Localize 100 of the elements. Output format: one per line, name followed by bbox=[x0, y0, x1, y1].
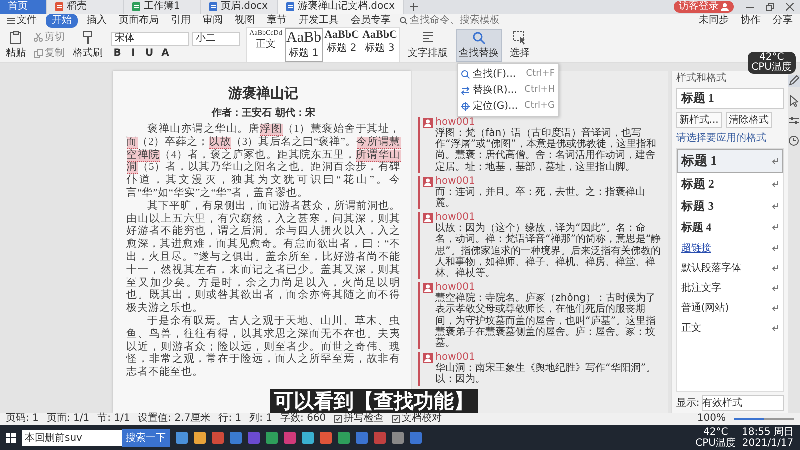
style-list-item[interactable]: 批注文字 bbox=[677, 278, 783, 298]
style-list-item[interactable]: 默认段落字体 bbox=[677, 258, 783, 278]
menu-tab[interactable]: 开始 bbox=[46, 14, 78, 28]
login-button[interactable]: 访客登录 bbox=[674, 1, 734, 13]
search-icon bbox=[472, 30, 486, 44]
user-icon bbox=[422, 213, 433, 224]
menu-tab[interactable]: 引用 bbox=[168, 14, 194, 28]
style-list-item[interactable]: 标题 1 bbox=[677, 149, 783, 173]
file-icon bbox=[132, 2, 141, 12]
menu-tab[interactable]: 视图 bbox=[232, 14, 258, 28]
style-preset[interactable]: AaBb 标题 1 bbox=[285, 28, 323, 62]
checkbox-icon bbox=[334, 415, 342, 423]
toolbar-action[interactable]: 分享 bbox=[770, 14, 796, 28]
comment-text: 慧空禅院：寺院名。庐冢（zhǒng）：古时候为了表示孝敬父母或尊敬师长，在他们死后的服丧期间，为守护坟墓而盖的屋舍，也叫“庐墓”。这里指慧褒弟子在慧褒墓侧盖的屋舍。庐：屋舍。冢：坟墓。 bbox=[436, 293, 658, 350]
document-tab[interactable]: 首页 bbox=[0, 0, 47, 14]
app-icon[interactable] bbox=[302, 432, 314, 444]
style-list-item[interactable]: 普通(网站) bbox=[677, 298, 783, 318]
format-painter-button[interactable]: 格式刷 bbox=[71, 30, 105, 60]
style-preset[interactable]: AaBbC 标题 2 bbox=[323, 28, 361, 62]
status-text: 节: 1/1 bbox=[98, 413, 130, 425]
clear-format-button[interactable]: 清除格式 bbox=[726, 112, 772, 128]
windows-icon[interactable] bbox=[6, 432, 16, 442]
app-icon[interactable] bbox=[266, 432, 278, 444]
menu-item[interactable]: 替换(R)... Ctrl+H bbox=[458, 82, 558, 98]
app-icon[interactable] bbox=[212, 432, 224, 444]
status-text: 设置值: 2.7厘米 bbox=[138, 413, 211, 425]
style-list-item[interactable]: 标题 4 bbox=[677, 217, 783, 238]
menu-tab[interactable]: 章节 bbox=[264, 14, 290, 28]
style-list-item[interactable]: 超链接 bbox=[677, 238, 783, 258]
style-list-item[interactable]: 标题 2 bbox=[677, 173, 783, 196]
app-icon[interactable] bbox=[176, 432, 188, 444]
cursor-icon[interactable] bbox=[788, 95, 800, 107]
video-caption: 可以看到【查找功能】 bbox=[270, 389, 478, 413]
clock-time: 18:55 周日 bbox=[742, 426, 794, 438]
app-icon[interactable] bbox=[410, 432, 422, 444]
user-icon bbox=[422, 118, 433, 128]
comment-author: how001 bbox=[436, 352, 476, 364]
app-icon[interactable] bbox=[284, 432, 296, 444]
return-icon bbox=[772, 181, 779, 188]
command-search-field[interactable]: 查找命令、搜索模板 bbox=[400, 14, 510, 28]
style-preset[interactable]: AaBbC 标题 3 bbox=[361, 28, 399, 62]
new-style-button[interactable]: 新样式... bbox=[676, 112, 722, 128]
app-icon[interactable] bbox=[338, 432, 350, 444]
underline-button[interactable]: U bbox=[143, 48, 156, 58]
menu-tab[interactable]: 审阅 bbox=[200, 14, 226, 28]
restore-icon[interactable] bbox=[766, 3, 774, 11]
file-icon bbox=[209, 2, 218, 12]
text-layout-icon bbox=[421, 30, 435, 44]
sliders-icon[interactable] bbox=[788, 115, 800, 127]
document-tab[interactable]: 工作簿1 bbox=[124, 0, 201, 14]
app-icon[interactable] bbox=[230, 432, 242, 444]
comment-author: how001 bbox=[436, 176, 476, 187]
app-icon[interactable] bbox=[194, 432, 206, 444]
current-style-field[interactable]: 标题 1 bbox=[676, 88, 784, 109]
style-list-item[interactable]: 标题 3 bbox=[677, 196, 783, 217]
brush-icon bbox=[81, 30, 95, 44]
text-layout-button[interactable]: 文字排版 bbox=[406, 30, 450, 60]
user-icon bbox=[422, 353, 433, 364]
clock-date: 2021/1/17 bbox=[742, 438, 794, 448]
clock-icon[interactable] bbox=[788, 135, 800, 147]
app-icon[interactable] bbox=[392, 432, 404, 444]
file-menu[interactable]: 文件 bbox=[4, 14, 40, 28]
spell-check-button[interactable]: 拼写检查 bbox=[334, 413, 384, 425]
return-icon bbox=[772, 244, 779, 252]
font-size-field[interactable]: 小二 bbox=[192, 32, 240, 46]
find-replace-button[interactable]: 查找替换 bbox=[456, 28, 502, 62]
cpu-temperature: 42°C bbox=[703, 426, 728, 438]
menu-tab[interactable]: 会员专享 bbox=[348, 14, 394, 28]
status-text: 页码: 1 bbox=[6, 413, 39, 425]
proofread-button[interactable]: 文档校对 bbox=[392, 413, 442, 425]
style-list-item[interactable]: 正文 bbox=[677, 318, 783, 338]
app-icon[interactable] bbox=[356, 432, 368, 444]
close-icon[interactable] bbox=[786, 3, 794, 11]
document-tab[interactable]: 游褒禅山记文档.docx bbox=[278, 0, 404, 14]
pen-icon[interactable] bbox=[788, 75, 800, 87]
menu-item[interactable]: 查找(F)... Ctrl+F bbox=[458, 66, 558, 82]
app-icon[interactable] bbox=[320, 432, 332, 444]
toolbar-action[interactable]: 协作 bbox=[738, 14, 764, 28]
font-name-field[interactable]: 宋体 bbox=[111, 32, 189, 46]
status-text: 页面: 1/1 bbox=[46, 413, 90, 425]
menu-tab[interactable]: 开发工具 bbox=[296, 14, 342, 28]
plus-icon[interactable] bbox=[410, 3, 418, 11]
show-filter-field[interactable]: 有效样式 bbox=[702, 395, 784, 411]
search-field[interactable]: 本回删前suv bbox=[22, 430, 122, 446]
menu-tab[interactable]: 插入 bbox=[84, 14, 110, 28]
paste-button[interactable]: 粘贴 bbox=[4, 30, 28, 60]
italic-button[interactable]: I bbox=[127, 48, 140, 58]
toolbar-action[interactable]: 未同步 bbox=[696, 14, 732, 28]
menu-tab[interactable]: 页面布局 bbox=[116, 14, 162, 28]
document-tab[interactable]: 稻壳 bbox=[47, 0, 124, 14]
document-tab[interactable]: 页眉.docx bbox=[201, 0, 278, 14]
bold-button[interactable]: B bbox=[111, 48, 124, 58]
search-button[interactable]: 搜索一下 bbox=[122, 428, 170, 446]
font-color-button[interactable]: A bbox=[159, 48, 172, 58]
comment-author: how001 bbox=[436, 212, 476, 224]
return-icon bbox=[772, 324, 779, 332]
menu-item[interactable]: 定位(G)... Ctrl+G bbox=[458, 98, 558, 114]
comment-text: 浮图：梵（fàn）语（古印度语）音译词，也写作“浮屠”或“佛图”，本意是佛或佛教徒，这里指和尚。慧褒：唐代高僧。舍：名词活用作动词，建舍定居。址：地基，基部，墓址，这里指山脚。 bbox=[436, 128, 658, 173]
app-icon[interactable] bbox=[374, 432, 386, 444]
select-button[interactable]: 选择 bbox=[508, 30, 532, 60]
